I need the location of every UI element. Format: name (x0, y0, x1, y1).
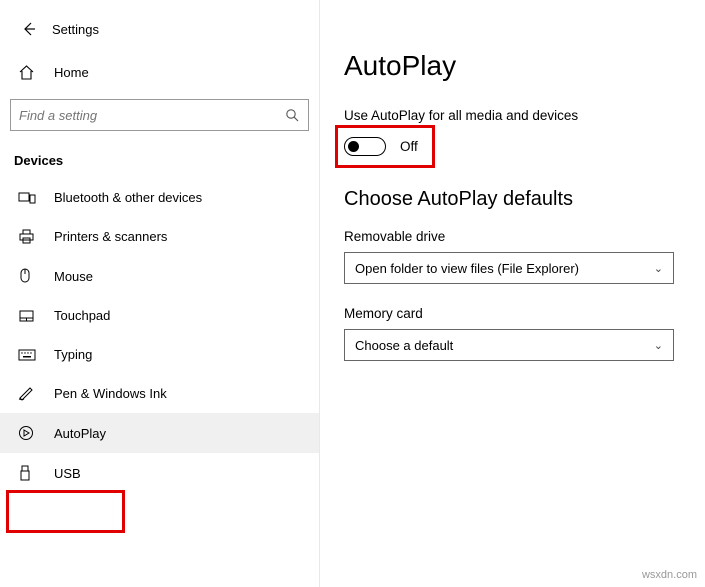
sidebar-item-label: USB (54, 466, 81, 481)
sidebar-header: Settings (0, 10, 319, 54)
printer-icon (18, 229, 42, 244)
sidebar-item-autoplay[interactable]: AutoPlay (0, 413, 319, 453)
sidebar-item-label: Bluetooth & other devices (54, 190, 202, 205)
nav-list: Bluetooth & other devices Printers & sca… (0, 178, 319, 493)
dropdown-value: Choose a default (355, 338, 453, 353)
chevron-down-icon: ⌄ (654, 262, 663, 275)
sidebar-item-printers[interactable]: Printers & scanners (0, 217, 319, 256)
home-button[interactable]: Home (0, 54, 319, 91)
content-pane: AutoPlay Use AutoPlay for all media and … (320, 0, 705, 587)
app-title: Settings (52, 22, 99, 37)
sidebar-item-label: Printers & scanners (54, 229, 167, 244)
autoplay-toggle[interactable] (344, 137, 386, 156)
dropdown-value: Open folder to view files (File Explorer… (355, 261, 579, 276)
pen-icon (18, 386, 42, 401)
back-arrow-icon[interactable] (18, 18, 40, 40)
memory-label: Memory card (344, 306, 681, 321)
keyboard-icon (18, 349, 42, 361)
autoplay-icon (18, 425, 42, 441)
memory-card-dropdown[interactable]: Choose a default ⌄ (344, 329, 674, 361)
sidebar-item-pen[interactable]: Pen & Windows Ink (0, 374, 319, 413)
autoplay-toggle-row: Off (344, 133, 681, 160)
search-wrap (0, 91, 319, 141)
home-label: Home (54, 65, 89, 80)
sidebar-item-label: Pen & Windows Ink (54, 386, 167, 401)
sidebar: Settings Home Devices Bluetooth & other … (0, 0, 320, 587)
defaults-heading: Choose AutoPlay defaults (344, 188, 681, 211)
page-title: AutoPlay (344, 50, 681, 82)
chevron-down-icon: ⌄ (654, 339, 663, 352)
search-icon (285, 108, 300, 123)
mouse-icon (18, 268, 42, 284)
sidebar-item-bluetooth[interactable]: Bluetooth & other devices (0, 178, 319, 217)
section-title: Devices (0, 141, 319, 178)
usb-icon (18, 465, 42, 481)
sidebar-item-label: Mouse (54, 269, 93, 284)
toggle-knob (348, 141, 359, 152)
sidebar-item-label: Typing (54, 347, 92, 362)
touchpad-icon (18, 309, 42, 323)
sidebar-item-mouse[interactable]: Mouse (0, 256, 319, 296)
sidebar-item-typing[interactable]: Typing (0, 335, 319, 374)
sidebar-item-touchpad[interactable]: Touchpad (0, 296, 319, 335)
toggle-label: Use AutoPlay for all media and devices (344, 108, 681, 123)
watermark: wsxdn.com (642, 569, 697, 581)
sidebar-item-usb[interactable]: USB (0, 453, 319, 493)
toggle-state-text: Off (400, 139, 418, 154)
home-icon (18, 64, 42, 81)
sidebar-item-label: Touchpad (54, 308, 110, 323)
devices-icon (18, 191, 42, 205)
removable-label: Removable drive (344, 229, 681, 244)
removable-drive-dropdown[interactable]: Open folder to view files (File Explorer… (344, 252, 674, 284)
search-box[interactable] (10, 99, 309, 131)
search-input[interactable] (19, 108, 285, 123)
sidebar-item-label: AutoPlay (54, 426, 106, 441)
